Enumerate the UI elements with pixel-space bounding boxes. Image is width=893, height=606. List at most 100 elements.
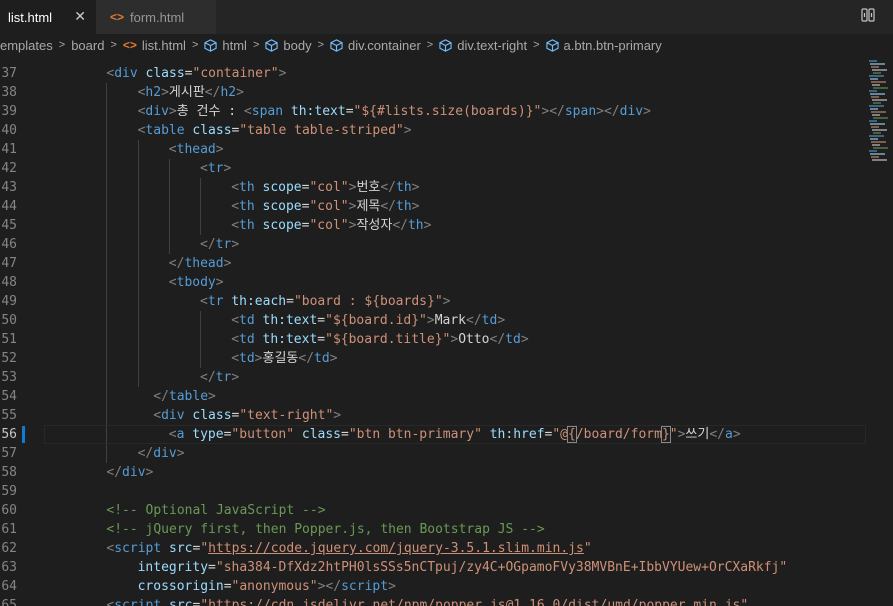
code-line[interactable]: 56 <a type="button" class="btn btn-primar…: [0, 425, 893, 444]
tab-form-html[interactable]: <> form.html: [96, 0, 216, 34]
code-line[interactable]: 53 </tr>: [0, 368, 893, 387]
code-line[interactable]: 63 integrity="sha384-DfXdz2htPH0lsSSs5nCT…: [0, 558, 893, 577]
code-text: <th scope="col">제목</th>: [231, 197, 419, 216]
modified-line-marker: [22, 426, 25, 443]
code-line[interactable]: 40 <table class="table table-striped">: [0, 121, 893, 140]
code-line[interactable]: 59: [0, 482, 893, 501]
token: scope: [262, 218, 302, 233]
code-line[interactable]: 42 <tr>: [0, 159, 893, 178]
token: span: [564, 104, 597, 119]
breadcrumb-label: emplates: [0, 37, 53, 53]
code-line[interactable]: 41 <thead>: [0, 140, 893, 159]
token: crossorigin: [137, 579, 224, 594]
code-text: <div class="container">: [106, 64, 286, 83]
token: Mark: [434, 313, 467, 328]
code-line[interactable]: 49 <tr th:each="board : ${boards}">: [0, 292, 893, 311]
token: <: [231, 351, 240, 366]
token: th:text: [262, 313, 318, 328]
token: >: [215, 275, 224, 290]
code-text: <script src="https://code.jquery.com/jqu…: [106, 539, 591, 558]
code-text: </tr>: [200, 235, 239, 254]
token: td: [481, 313, 498, 328]
token: span: [251, 104, 284, 119]
code-line[interactable]: 39 <div>총 건수 : <span th:text="${#lists.si…: [0, 102, 893, 121]
code-line[interactable]: 55 <div class="text-right">: [0, 406, 893, 425]
code-editor[interactable]: 37 <div class="container"> 38 <h2>게시판</h2> 3…: [0, 56, 893, 606]
code-line[interactable]: 60 <!-- Optional JavaScript -->: [0, 501, 893, 520]
token: </: [380, 199, 397, 214]
token: >: [223, 256, 232, 271]
breadcrumb-label: div.container: [348, 37, 421, 53]
code-line[interactable]: 54 </table>: [0, 387, 893, 406]
code-text: <th scope="col">번호</th>: [231, 178, 419, 197]
breadcrumb-item[interactable]: board: [71, 38, 104, 53]
breadcrumb-item[interactable]: body: [265, 38, 312, 53]
line-number: 54: [1, 389, 17, 404]
code-line[interactable]: 38 <h2>게시판</h2>: [0, 83, 893, 102]
code-line[interactable]: 45 <th scope="col">작성자</th>: [0, 216, 893, 235]
code-line[interactable]: 50 <td th:text="${board.id}">Mark</td>: [0, 311, 893, 330]
token: "table table-striped": [239, 123, 404, 138]
token: "${board.title}": [325, 332, 451, 347]
minimap-line: [872, 84, 880, 86]
breadcrumb-chevron-icon: >: [252, 39, 260, 51]
close-icon[interactable]: ✕: [74, 8, 86, 25]
token: >: [411, 199, 420, 214]
token: >: [643, 104, 651, 119]
token: "anonymous": [231, 579, 318, 594]
minimap-line: [873, 102, 881, 104]
code-line[interactable]: 43 <th scope="col">번호</th>: [0, 178, 893, 197]
code-line[interactable]: 46 </tr>: [0, 235, 893, 254]
token: </: [392, 218, 408, 233]
code-line[interactable]: [0, 56, 893, 64]
token: "button": [231, 427, 295, 442]
code-text: <!-- jQuery first, then Popper.js, then …: [106, 520, 544, 539]
code-line[interactable]: 51 <td th:text="${board.title}">Otto</td>: [0, 330, 893, 349]
code-text: </div>: [106, 463, 153, 482]
token: ></: [317, 579, 342, 594]
token: >: [254, 351, 263, 366]
compare-icon[interactable]: [861, 8, 875, 22]
token: th:text: [262, 332, 318, 347]
line-number: 58: [1, 465, 17, 480]
code-line[interactable]: 57 </div>: [0, 444, 893, 463]
code-line[interactable]: 65 <script src="https://cdn.jsdelivr.net/…: [0, 596, 893, 606]
line-number: 65: [1, 598, 17, 606]
breadcrumb-item[interactable]: div.text-right: [439, 38, 527, 53]
token: "${board.id}": [325, 313, 427, 328]
minimap-line: [869, 90, 877, 92]
token: >: [497, 313, 506, 328]
breadcrumb-chevron-icon: >: [426, 39, 434, 51]
breadcrumb-item[interactable]: div.container: [330, 38, 421, 53]
code-line[interactable]: 64 crossorigin="anonymous"></script>: [0, 577, 893, 596]
code-line[interactable]: 47 </thead>: [0, 254, 893, 273]
line-number: 41: [1, 142, 17, 157]
breadcrumb-item[interactable]: <> list.html: [123, 38, 186, 53]
code-line[interactable]: 61 <!-- jQuery first, then Popper.js, the…: [0, 520, 893, 539]
code-line[interactable]: 52 <td>홍길동</td>: [0, 349, 893, 368]
line-number: 44: [1, 199, 17, 214]
token: tr: [215, 370, 232, 385]
tab-list-html[interactable]: list.html ✕: [0, 0, 96, 34]
token: <: [153, 408, 162, 423]
token: >: [145, 465, 154, 480]
code-line[interactable]: 62 <script src="https://code.jquery.com/j…: [0, 539, 893, 558]
minimap-line: [869, 120, 877, 122]
code-line[interactable]: 58 </div>: [0, 463, 893, 482]
code-line[interactable]: 44 <th scope="col">제목</th>: [0, 197, 893, 216]
breadcrumb-item[interactable]: emplates: [0, 38, 53, 53]
token: tr: [207, 161, 224, 176]
breadcrumb-item[interactable]: html: [204, 38, 247, 53]
minimap[interactable]: [865, 56, 893, 606]
element-cube-icon: [545, 38, 559, 52]
token: tr: [215, 237, 232, 252]
token: "@: [552, 427, 569, 442]
token: >: [215, 142, 224, 157]
breadcrumb-item[interactable]: a.btn.btn-primary: [545, 38, 662, 53]
line-number: 56: [1, 427, 17, 442]
token: div: [145, 104, 169, 119]
code-line[interactable]: 48 <tbody>: [0, 273, 893, 292]
code-line[interactable]: 37 <div class="container">: [0, 64, 893, 83]
